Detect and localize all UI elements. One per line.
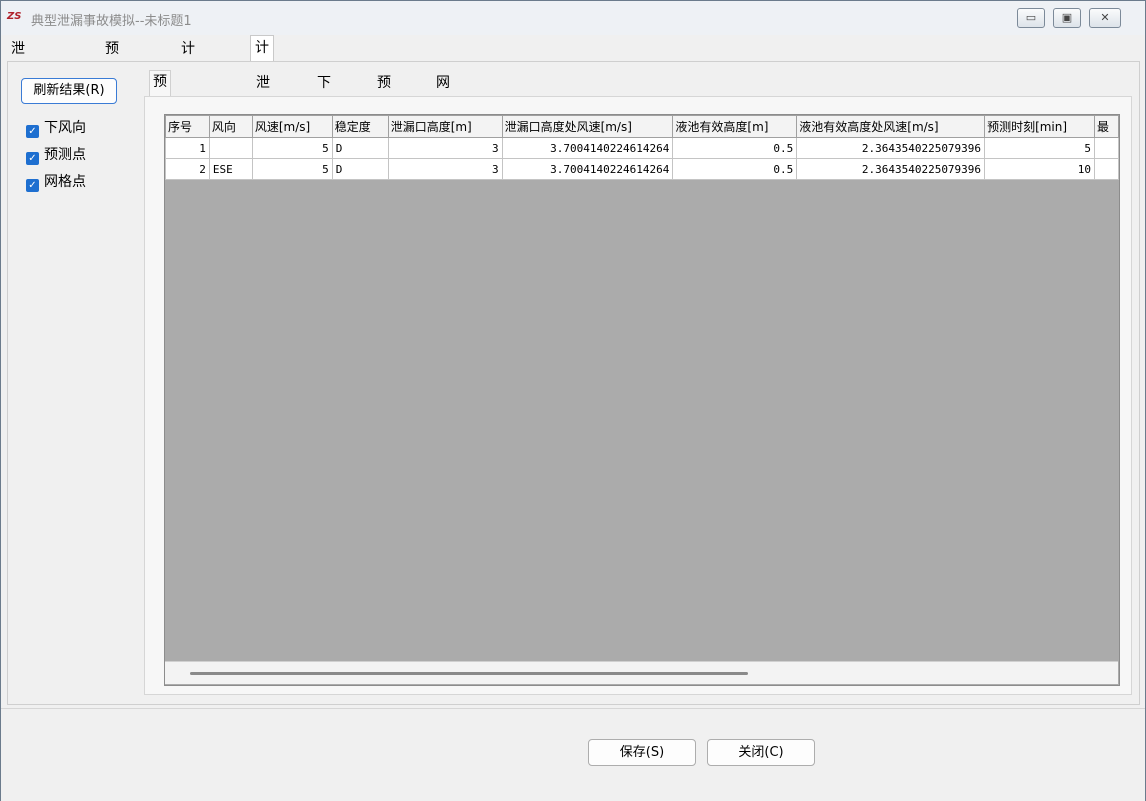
tab-leak-source[interactable]: 泄漏源参数 <box>7 37 29 153</box>
table-cell[interactable]: 3 <box>387 137 503 159</box>
scrollbar-thumb[interactable] <box>190 672 748 675</box>
table-cell[interactable]: ESE <box>208 158 253 180</box>
column-header[interactable]: 风向 <box>208 115 253 138</box>
table-cell[interactable]: 2.3643540225079396 <box>796 137 986 159</box>
refresh-results-button[interactable]: 刷新结果(R) <box>21 78 117 104</box>
table-cell[interactable]: 5 <box>984 137 1095 159</box>
tab-downwind[interactable]: 下风向 <box>314 72 334 135</box>
column-header[interactable]: 泄漏口高度[m] <box>387 115 503 138</box>
column-header[interactable]: 泄漏口高度处风速[m/s] <box>501 115 674 138</box>
table-row[interactable]: 2 ESE 5 D 3 3.7004140224614264 0.5 2.364… <box>165 158 1119 180</box>
table-cell[interactable]: 5 <box>251 137 333 159</box>
tab-calc-options[interactable]: 计算选项 <box>177 37 199 129</box>
table-cell[interactable] <box>1093 137 1119 159</box>
tab-prediction-points[interactable]: 预测点 <box>374 72 394 135</box>
column-header[interactable]: 预测时刻[min] <box>984 115 1095 138</box>
results-grid[interactable]: 序号 风向 风速[m/s] 稳定度 泄漏口高度[m] 泄漏口高度处风速[m/s]… <box>164 114 1120 686</box>
checkbox-prediction-points[interactable]: ✓ 预测点 <box>26 145 86 165</box>
column-header[interactable]: 液池有效高度[m] <box>672 115 798 138</box>
check-icon: ✓ <box>26 125 39 138</box>
save-button[interactable]: 保存(S) <box>588 739 696 766</box>
tab-calc-results[interactable]: 计算结果 <box>250 35 274 128</box>
tab-grid-points[interactable]: 网格点 <box>433 72 453 135</box>
table-cell[interactable]: 0.5 <box>672 158 798 180</box>
table-cell[interactable]: ESE <box>208 137 253 159</box>
table-cell[interactable]: 10 <box>984 158 1095 180</box>
checkbox-label: 预测点 <box>44 147 86 163</box>
close-window-button[interactable]: ✕ <box>1089 8 1121 28</box>
tab-result-summary[interactable]: 预测结果概述 <box>149 70 171 200</box>
maximize-icon: ▣ <box>1061 11 1073 24</box>
column-header[interactable]: 液池有效高度处风速[m/s] <box>796 115 986 138</box>
check-icon: ✓ <box>26 152 39 165</box>
table-cell[interactable] <box>1093 158 1119 180</box>
maximize-button[interactable]: ▣ <box>1053 8 1081 28</box>
checkbox-grid-points[interactable]: ✓ 网格点 <box>26 172 86 192</box>
table-cell[interactable]: 3 <box>387 158 503 180</box>
table-cell[interactable]: 1 <box>165 137 210 159</box>
column-header[interactable]: 最 <box>1093 115 1119 138</box>
check-icon: ✓ <box>26 179 39 192</box>
minimize-icon: ▭ <box>1025 11 1037 24</box>
table-cell[interactable]: D <box>331 158 389 180</box>
table-header-row: 序号 风向 风速[m/s] 稳定度 泄漏口高度[m] 泄漏口高度处风速[m/s]… <box>165 115 1119 138</box>
app-window: ZS 典型泄漏事故模拟--未标题1 ▭ ▣ ✕ 泄漏源参数 预测方案 计算选项 … <box>0 0 1146 801</box>
table-cell[interactable]: D <box>331 137 389 159</box>
tab-prediction-plan[interactable]: 预测方案 <box>101 37 123 129</box>
close-icon: ✕ <box>1100 11 1110 24</box>
table-cell[interactable]: 2 <box>165 158 210 180</box>
tab-leak-amount[interactable]: 泄漏量 <box>253 72 273 135</box>
table-row[interactable]: 1 ESE 5 D 3 3.7004140224614264 0.5 2.364… <box>165 137 1119 159</box>
app-logo-icon: ZS <box>7 11 22 22</box>
table-cell[interactable]: 0.5 <box>672 137 798 159</box>
horizontal-scrollbar[interactable] <box>165 661 1118 684</box>
table-cell[interactable]: 3.7004140224614264 <box>501 158 674 180</box>
bottom-button-bar <box>1 708 1145 801</box>
table-cell[interactable]: 5 <box>251 158 333 180</box>
checkbox-downwind[interactable]: ✓ 下风向 <box>26 118 86 138</box>
close-button[interactable]: 关闭(C) <box>707 739 815 766</box>
window-title: 典型泄漏事故模拟--未标题1 <box>31 14 192 29</box>
title-bar: ZS 典型泄漏事故模拟--未标题1 ▭ ▣ ✕ <box>1 1 1145 35</box>
checkbox-label: 下风向 <box>44 120 86 136</box>
table-cell[interactable]: 2.3643540225079396 <box>796 158 986 180</box>
column-header[interactable]: 风速[m/s] <box>251 115 333 138</box>
table-cell[interactable]: 3.7004140224614264 <box>501 137 674 159</box>
results-table: 序号 风向 风速[m/s] 稳定度 泄漏口高度[m] 泄漏口高度处风速[m/s]… <box>165 115 1119 180</box>
column-header[interactable]: 稳定度 <box>331 115 389 138</box>
minimize-button[interactable]: ▭ <box>1017 8 1045 28</box>
checkbox-label: 网格点 <box>44 174 86 190</box>
column-header[interactable]: 序号 <box>165 115 210 138</box>
